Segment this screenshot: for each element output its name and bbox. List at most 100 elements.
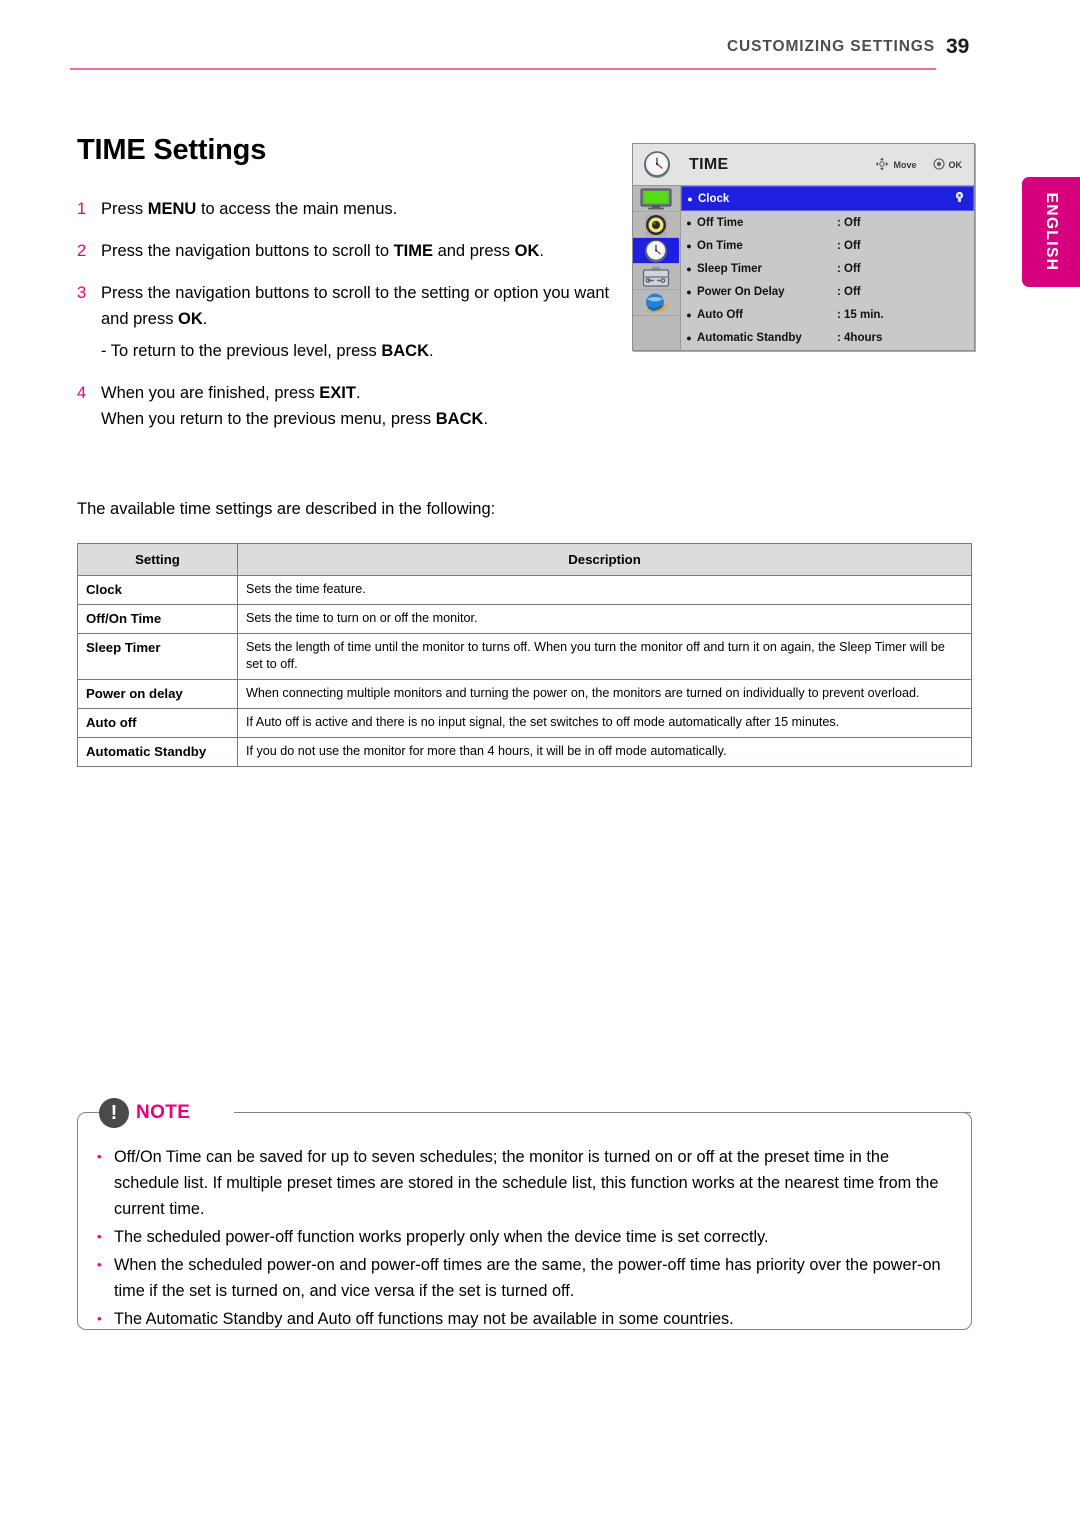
bullet-icon: ● bbox=[686, 309, 692, 320]
step-text: Press the navigation buttons to scroll t… bbox=[101, 280, 622, 364]
osd-hint-ok: OK bbox=[932, 157, 963, 172]
list-item: 3 Press the navigation buttons to scroll… bbox=[77, 280, 622, 364]
step-text: Press the navigation buttons to scroll t… bbox=[101, 242, 544, 260]
osd-row-label: On Time bbox=[697, 239, 743, 252]
table-row: Off/On Time Sets the time to turn on or … bbox=[77, 604, 972, 634]
header-divider bbox=[70, 68, 936, 70]
osd-row-clock[interactable]: ● Clock bbox=[681, 186, 974, 211]
table-cell-description: If Auto off is active and there is no in… bbox=[237, 708, 972, 738]
page-title: TIME Settings bbox=[77, 134, 267, 166]
osd-row-label: Clock bbox=[698, 192, 730, 205]
language-tab-english: ENGLISH bbox=[1022, 177, 1080, 287]
bullet-icon: • bbox=[97, 1311, 102, 1326]
note-item-text: Off/On Time can be saved for up to seven… bbox=[114, 1148, 939, 1218]
osd-row-automatic-standby[interactable]: ● Automatic Standby : 4hours bbox=[681, 326, 974, 349]
note-item-text: The scheduled power-off function works p… bbox=[114, 1228, 769, 1246]
note-divider bbox=[234, 1112, 971, 1113]
osd-row-label: Automatic Standby bbox=[697, 331, 802, 344]
step-subtext: When you return to the previous menu, pr… bbox=[101, 410, 489, 428]
osd-hint-ok-label: OK bbox=[948, 159, 963, 170]
table-cell-description: If you do not use the monitor for more t… bbox=[237, 737, 972, 767]
manual-page: CUSTOMIZING SETTINGS 39 TIME Settings 1 … bbox=[0, 0, 1080, 1524]
osd-sidebar bbox=[633, 186, 681, 350]
osd-row-label: Sleep Timer bbox=[697, 262, 762, 275]
osd-row-value: : 15 min. bbox=[837, 308, 884, 321]
sidebar-item-time[interactable] bbox=[633, 238, 679, 264]
table-cell-description: Sets the length of time until the monito… bbox=[237, 633, 972, 680]
osd-time-menu: TIME Move OK ● Clock ● Off Time: Off ● … bbox=[632, 143, 975, 351]
list-item: • Off/On Time can be saved for up to sev… bbox=[97, 1144, 948, 1222]
table-cell-description: When connecting multiple monitors and tu… bbox=[237, 679, 972, 709]
note-header: ! NOTE bbox=[99, 1098, 201, 1128]
step-number: 1 bbox=[77, 200, 87, 218]
osd-row-off-time[interactable]: ● Off Time : Off bbox=[681, 211, 974, 234]
table-cell-description: Sets the time feature. bbox=[237, 575, 972, 605]
clock-icon bbox=[633, 150, 681, 180]
language-tab-label: ENGLISH bbox=[1043, 192, 1060, 272]
enter-submenu-icon[interactable] bbox=[955, 191, 964, 206]
osd-row-auto-off[interactable]: ● Auto Off : 15 min. bbox=[681, 303, 974, 326]
note-label: NOTE bbox=[136, 1102, 191, 1123]
step-number: 4 bbox=[77, 384, 87, 402]
osd-row-sleep-timer[interactable]: ● Sleep Timer : Off bbox=[681, 257, 974, 280]
table-cell-setting: Off/On Time bbox=[77, 604, 238, 634]
osd-hint-move-label: Move bbox=[893, 159, 917, 170]
osd-row-value: : Off bbox=[837, 216, 861, 229]
table-cell-setting: Sleep Timer bbox=[77, 633, 238, 680]
sidebar-item-network[interactable] bbox=[633, 290, 679, 316]
page-number: 39 bbox=[946, 35, 970, 58]
step-number: 3 bbox=[77, 284, 87, 302]
note-item-text: The Automatic Standby and Auto off funct… bbox=[114, 1310, 734, 1328]
page-header: CUSTOMIZING SETTINGS 39 bbox=[0, 35, 1080, 80]
list-item: 2 Press the navigation buttons to scroll… bbox=[77, 238, 622, 264]
osd-menu-list: ● Clock ● Off Time : Off ● On Time: Off… bbox=[681, 186, 974, 350]
osd-row-label: Power On Delay bbox=[697, 285, 785, 298]
table-row: Power on delay When connecting multiple … bbox=[77, 679, 972, 709]
bullet-icon: ● bbox=[687, 193, 693, 204]
note-list: • Off/On Time can be saved for up to sev… bbox=[97, 1144, 948, 1334]
osd-title: TIME bbox=[689, 155, 729, 173]
osd-header: TIME Move OK bbox=[633, 144, 974, 186]
bullet-icon: • bbox=[97, 1149, 102, 1164]
table-header-description: Description bbox=[237, 543, 972, 576]
table-cell-setting: Automatic Standby bbox=[77, 737, 238, 767]
osd-row-power-on-delay[interactable]: ● Power On Delay : Off bbox=[681, 280, 974, 303]
bullet-icon: ● bbox=[686, 332, 692, 343]
osd-row-value: : Off bbox=[837, 285, 861, 298]
list-item: • The scheduled power-off function works… bbox=[97, 1224, 948, 1250]
osd-row-value: : Off bbox=[837, 239, 861, 252]
table-cell-description: Sets the time to turn on or off the moni… bbox=[237, 604, 972, 634]
intro-text: The available time settings are describe… bbox=[77, 500, 496, 518]
step-number: 2 bbox=[77, 242, 87, 260]
table-cell-setting: Power on delay bbox=[77, 679, 238, 709]
move-arrows-icon bbox=[875, 157, 889, 173]
bullet-icon: ● bbox=[686, 286, 692, 297]
table-row: Auto off If Auto off is active and there… bbox=[77, 708, 972, 738]
sidebar-item-audio[interactable] bbox=[633, 212, 679, 238]
list-item: • When the scheduled power-on and power-… bbox=[97, 1252, 948, 1304]
note-item-text: When the scheduled power-on and power-of… bbox=[114, 1256, 941, 1300]
osd-hints: Move OK bbox=[875, 157, 974, 173]
table-cell-setting: Clock bbox=[77, 575, 238, 605]
sidebar-item-options[interactable] bbox=[633, 264, 679, 290]
header-section-title: CUSTOMIZING SETTINGS bbox=[726, 38, 935, 55]
list-item: • The Automatic Standby and Auto off fun… bbox=[97, 1306, 948, 1332]
table-header-row: Setting Description bbox=[77, 543, 972, 576]
osd-row-value: : 4hours bbox=[837, 331, 883, 344]
step-text: Press MENU to access the main menus. bbox=[101, 200, 398, 218]
sidebar-item-picture[interactable] bbox=[633, 186, 679, 212]
osd-hint-move: Move bbox=[875, 157, 917, 173]
step-text: When you are finished, press EXIT. When … bbox=[101, 380, 622, 432]
osd-row-on-time[interactable]: ● On Time : Off bbox=[681, 234, 974, 257]
table-row: Clock Sets the time feature. bbox=[77, 575, 972, 605]
osd-row-label: Off Time bbox=[697, 216, 744, 229]
bullet-icon: ● bbox=[686, 263, 692, 274]
bullet-icon: • bbox=[97, 1257, 102, 1272]
table-cell-setting: Auto off bbox=[77, 708, 238, 738]
bullet-icon: • bbox=[97, 1229, 102, 1244]
list-item: 4 When you are finished, press EXIT. Whe… bbox=[77, 380, 622, 432]
osd-row-label: Auto Off bbox=[697, 308, 743, 321]
list-item: 1 Press MENU to access the main menus. bbox=[77, 196, 622, 222]
exclamation-icon: ! bbox=[99, 1098, 129, 1128]
settings-table: Setting Description Clock Sets the time … bbox=[77, 543, 972, 767]
